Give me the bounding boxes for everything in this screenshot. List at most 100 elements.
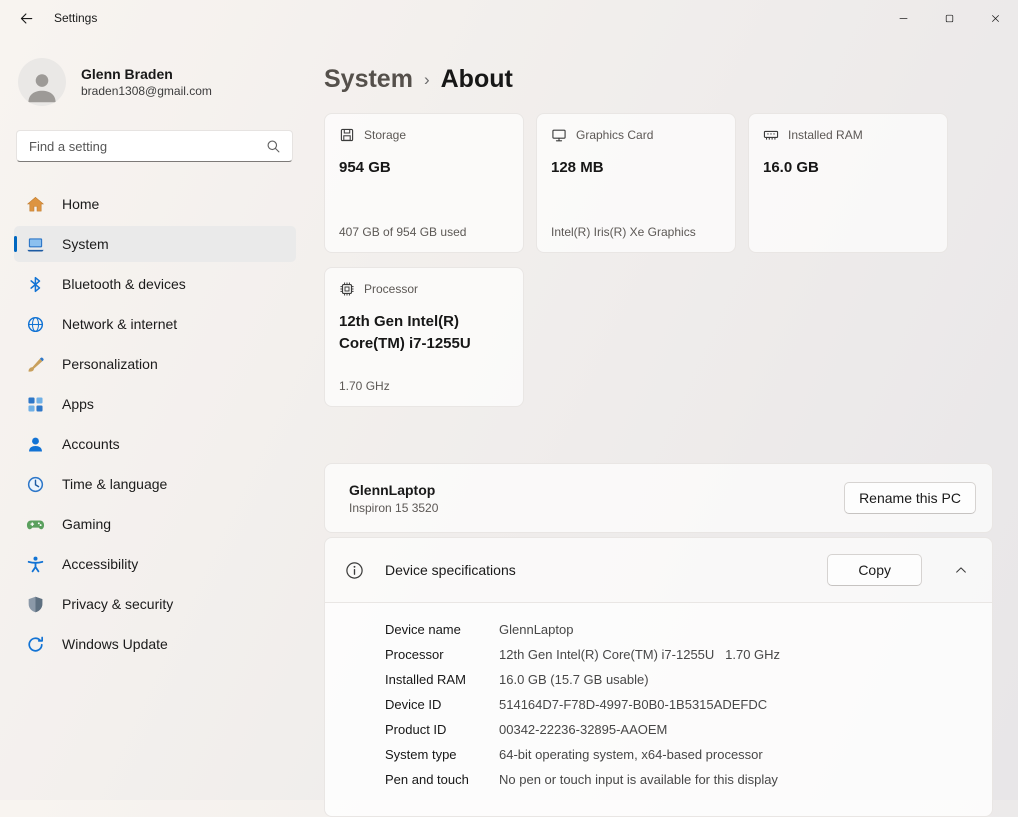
spec-value: 514164D7-F78D-4997-B0B0-1B5315ADEFDC (499, 692, 767, 717)
card-label: Graphics Card (576, 128, 653, 142)
device-specifications-title: Device specifications (385, 562, 516, 578)
avatar (18, 58, 66, 106)
search-icon (266, 139, 281, 154)
spec-row: Processor 12th Gen Intel(R) Core(TM) i7-… (385, 642, 992, 667)
sidebar-item-time[interactable]: Time & language (14, 466, 296, 502)
device-specifications-header[interactable]: Device specifications Copy (325, 538, 992, 602)
card-value: 954 GB (339, 157, 509, 179)
sidebar-item-network[interactable]: Network & internet (14, 306, 296, 342)
device-name: GlennLaptop (349, 482, 438, 498)
rename-pc-button[interactable]: Rename this PC (844, 482, 976, 514)
sidebar-item-label: System (62, 236, 109, 252)
graphics-card: Graphics Card 128 MB Intel(R) Iris(R) Xe… (536, 113, 736, 253)
user-name: Glenn Braden (81, 65, 212, 83)
card-detail: 407 GB of 954 GB used (339, 225, 509, 239)
sidebar-item-label: Accessibility (62, 556, 138, 572)
spec-value: 64-bit operating system, x64-based proce… (499, 742, 763, 767)
spec-row: Product ID 00342-22236-32895-AAOEM (385, 717, 992, 742)
sidebar-item-home[interactable]: Home (14, 186, 296, 222)
card-value: 16.0 GB (763, 157, 933, 179)
spec-row: Device ID 514164D7-F78D-4997-B0B0-1B5315… (385, 692, 992, 717)
minimize-icon (898, 13, 909, 24)
ram-card: Installed RAM 16.0 GB (748, 113, 948, 253)
sidebar-item-apps[interactable]: Apps (14, 386, 296, 422)
sidebar-item-label: Privacy & security (62, 596, 173, 612)
info-icon (345, 561, 364, 580)
main-content: System › About Storage 954 GB 407 GB of … (310, 36, 1018, 800)
spec-value: GlennLaptop (499, 617, 573, 642)
processor-icon (339, 281, 355, 297)
storage-icon (339, 127, 355, 143)
device-specifications-card: Device specifications Copy Device name G… (324, 537, 993, 817)
windows-update-icon (26, 635, 45, 654)
close-icon (990, 13, 1001, 24)
collapse-button[interactable] (944, 554, 978, 586)
card-detail (763, 225, 933, 239)
accessibility-icon (26, 555, 45, 574)
sidebar-item-accounts[interactable]: Accounts (14, 426, 296, 462)
spec-label: Device ID (385, 692, 499, 717)
time-language-icon (26, 475, 45, 494)
network-icon (26, 315, 45, 334)
sidebar-item-label: Time & language (62, 476, 167, 492)
card-label: Storage (364, 128, 406, 142)
bluetooth-icon (26, 275, 45, 294)
breadcrumb-system[interactable]: System (324, 65, 413, 94)
user-email: braden1308@gmail.com (81, 83, 212, 100)
search-box (16, 130, 293, 162)
back-arrow-icon (19, 11, 34, 26)
card-detail: Intel(R) Iris(R) Xe Graphics (551, 225, 721, 239)
minimize-button[interactable] (880, 0, 926, 36)
sidebar-item-personalization[interactable]: Personalization (14, 346, 296, 382)
sidebar-item-update[interactable]: Windows Update (14, 626, 296, 662)
chevron-up-icon (954, 563, 968, 577)
card-value: 128 MB (551, 157, 721, 179)
spec-label: Processor (385, 642, 499, 667)
sidebar-item-label: Home (62, 196, 99, 212)
home-icon (26, 195, 45, 214)
spec-label: System type (385, 742, 499, 767)
system-icon (26, 235, 45, 254)
spec-row: Device name GlennLaptop (385, 617, 992, 642)
ram-icon (763, 127, 779, 143)
card-label: Installed RAM (788, 128, 863, 142)
close-button[interactable] (972, 0, 1018, 36)
user-profile[interactable]: Glenn Braden braden1308@gmail.com (0, 36, 310, 130)
spec-label: Installed RAM (385, 667, 499, 692)
sidebar-item-label: Accounts (62, 436, 120, 452)
breadcrumb: System › About (324, 62, 993, 96)
window-title: Settings (54, 11, 97, 25)
sidebar-item-privacy[interactable]: Privacy & security (14, 586, 296, 622)
accounts-icon (26, 435, 45, 454)
back-button[interactable] (10, 3, 42, 33)
device-name-card: GlennLaptop Inspiron 15 3520 Rename this… (324, 463, 993, 533)
search-input[interactable] (17, 139, 266, 154)
card-detail: 1.70 GHz (339, 379, 509, 393)
gaming-icon (26, 515, 45, 534)
personalization-icon (26, 355, 45, 374)
sidebar-item-accessibility[interactable]: Accessibility (14, 546, 296, 582)
card-value: 12th Gen Intel(R) Core(TM) i7-1255U (339, 311, 509, 355)
maximize-icon (944, 13, 955, 24)
processor-card: Processor 12th Gen Intel(R) Core(TM) i7-… (324, 267, 524, 407)
sidebar-item-label: Gaming (62, 516, 111, 532)
summary-cards: Storage 954 GB 407 GB of 954 GB used Gra… (324, 113, 964, 407)
copy-button[interactable]: Copy (827, 554, 922, 586)
spec-label: Device name (385, 617, 499, 642)
privacy-shield-icon (26, 595, 45, 614)
maximize-button[interactable] (926, 0, 972, 36)
sidebar-item-gaming[interactable]: Gaming (14, 506, 296, 542)
window-controls (880, 0, 1018, 36)
sidebar-item-bluetooth[interactable]: Bluetooth & devices (14, 266, 296, 302)
apps-icon (26, 395, 45, 414)
sidebar-item-label: Apps (62, 396, 94, 412)
sidebar-item-label: Network & internet (62, 316, 177, 332)
titlebar: Settings (0, 0, 1018, 36)
card-label: Processor (364, 282, 418, 296)
spec-row: Pen and touch No pen or touch input is a… (385, 767, 992, 792)
sidebar-item-system[interactable]: System (14, 226, 296, 262)
person-icon (25, 70, 59, 106)
graphics-card-icon (551, 127, 567, 143)
sidebar-item-label: Windows Update (62, 636, 168, 652)
spec-value: 16.0 GB (15.7 GB usable) (499, 667, 649, 692)
